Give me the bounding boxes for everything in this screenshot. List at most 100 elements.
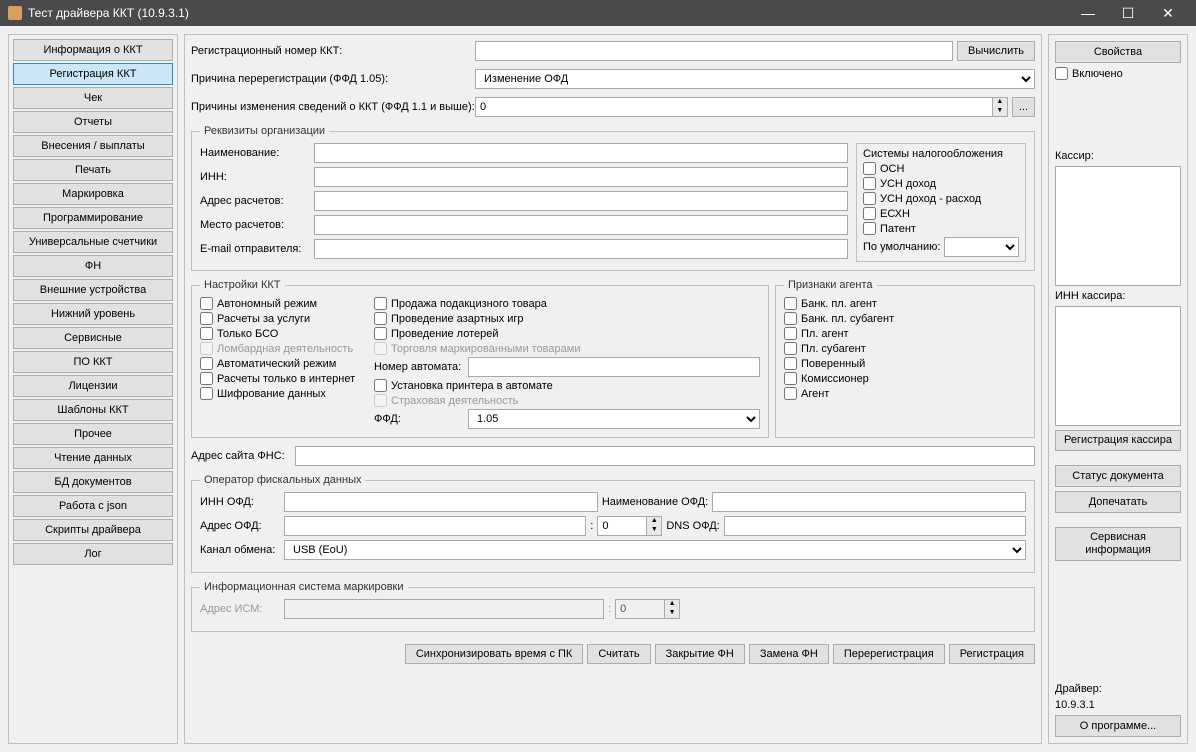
- rereg-reason-select[interactable]: Изменение ОФД: [475, 69, 1035, 89]
- org-place-input[interactable]: [314, 215, 848, 235]
- nav-item-9[interactable]: ФН: [13, 255, 173, 277]
- nav-item-17[interactable]: Чтение данных: [13, 447, 173, 469]
- ofd-addr-input[interactable]: [284, 516, 586, 536]
- bottom-btn-5[interactable]: Регистрация: [949, 644, 1035, 664]
- agent-checkbox-6[interactable]: [784, 387, 797, 400]
- nav-item-15[interactable]: Шаблоны ККТ: [13, 399, 173, 421]
- maximize-button[interactable]: ☐: [1108, 0, 1148, 26]
- kkt2-checkbox-2[interactable]: [374, 327, 387, 340]
- kkt2-checkbox-1[interactable]: [374, 312, 387, 325]
- kkt1-checkbox-2[interactable]: [200, 327, 213, 340]
- service-info-button[interactable]: Сервисная информация: [1055, 527, 1181, 561]
- nav-item-12[interactable]: Сервисные: [13, 327, 173, 349]
- ofd-name-input[interactable]: [712, 492, 1026, 512]
- nav-item-2[interactable]: Чек: [13, 87, 173, 109]
- bottom-buttons: Синхронизировать время с ПКСчитатьЗакрыт…: [191, 644, 1035, 664]
- kkt1-label-2: Только БСО: [217, 328, 278, 340]
- agent-checkbox-4[interactable]: [784, 357, 797, 370]
- close-button[interactable]: ✕: [1148, 0, 1188, 26]
- ofd-port-spin[interactable]: ▲▼: [597, 516, 662, 536]
- agent-checkbox-2[interactable]: [784, 327, 797, 340]
- nav-item-18[interactable]: БД документов: [13, 471, 173, 493]
- nav-item-10[interactable]: Внешние устройства: [13, 279, 173, 301]
- bottom-btn-1[interactable]: Считать: [587, 644, 650, 664]
- nav-item-11[interactable]: Нижний уровень: [13, 303, 173, 325]
- agent-checkbox-1[interactable]: [784, 312, 797, 325]
- bottom-btn-3[interactable]: Замена ФН: [749, 644, 829, 664]
- tax-checkbox-2[interactable]: [863, 192, 876, 205]
- kkt1-checkbox-1[interactable]: [200, 312, 213, 325]
- tax-box: Системы налогообложения ОСНУСН доходУСН …: [856, 143, 1026, 262]
- nav-item-5[interactable]: Печать: [13, 159, 173, 181]
- spin-up-icon[interactable]: ▲: [647, 517, 661, 526]
- tax-checkbox-0[interactable]: [863, 162, 876, 175]
- change-reasons-input[interactable]: [475, 97, 993, 117]
- nav-item-7[interactable]: Программирование: [13, 207, 173, 229]
- tax-checkbox-3[interactable]: [863, 207, 876, 220]
- spin-up-icon[interactable]: ▲: [993, 98, 1007, 107]
- minimize-button[interactable]: —: [1068, 0, 1108, 26]
- nav-item-14[interactable]: Лицензии: [13, 375, 173, 397]
- reg-num-input[interactable]: [475, 41, 953, 61]
- nav-item-1[interactable]: Регистрация ККТ: [13, 63, 173, 85]
- tax-checkbox-4[interactable]: [863, 222, 876, 235]
- cashier-input[interactable]: [1055, 166, 1181, 286]
- change-reasons-more-button[interactable]: ...: [1012, 97, 1035, 117]
- spin-down-icon[interactable]: ▼: [993, 107, 1007, 116]
- kkt1-checkbox-6[interactable]: [200, 387, 213, 400]
- fns-input[interactable]: [295, 446, 1035, 466]
- org-name-input[interactable]: [314, 143, 848, 163]
- kkt1-checkbox-4[interactable]: [200, 357, 213, 370]
- nav-item-21[interactable]: Лог: [13, 543, 173, 565]
- kkt1-checkbox-0[interactable]: [200, 297, 213, 310]
- agent-checkbox-0[interactable]: [784, 297, 797, 310]
- tax-label-2: УСН доход - расход: [880, 193, 981, 205]
- agent-label-3: Пл. субагент: [801, 343, 866, 355]
- enabled-checkbox[interactable]: [1055, 67, 1068, 80]
- about-button[interactable]: О программе...: [1055, 715, 1181, 737]
- kkt1-checkbox-5[interactable]: [200, 372, 213, 385]
- nav-item-4[interactable]: Внесения / выплаты: [13, 135, 173, 157]
- bottom-btn-0[interactable]: Синхронизировать время с ПК: [405, 644, 584, 664]
- agent-checkbox-3[interactable]: [784, 342, 797, 355]
- bottom-btn-4[interactable]: Перерегистрация: [833, 644, 945, 664]
- ofd-port-input[interactable]: [597, 516, 647, 536]
- change-reasons-spin[interactable]: ▲▼: [475, 97, 1008, 117]
- printer-checkbox[interactable]: [374, 379, 387, 392]
- tax-default-select[interactable]: [944, 237, 1019, 257]
- nav-item-8[interactable]: Универсальные счетчики: [13, 231, 173, 253]
- nav-item-16[interactable]: Прочее: [13, 423, 173, 445]
- reg-cashier-button[interactable]: Регистрация кассира: [1055, 430, 1181, 451]
- nav-item-13[interactable]: ПО ККТ: [13, 351, 173, 373]
- nav-item-0[interactable]: Информация о ККТ: [13, 39, 173, 61]
- org-addr-input[interactable]: [314, 191, 848, 211]
- kkt2-checkbox-0[interactable]: [374, 297, 387, 310]
- kkt-settings-fieldset: Настройки ККТ Автономный режимРасчеты за…: [191, 279, 769, 438]
- nav-item-19[interactable]: Работа с json: [13, 495, 173, 517]
- nav-item-20[interactable]: Скрипты драйвера: [13, 519, 173, 541]
- reprint-button[interactable]: Допечатать: [1055, 491, 1181, 513]
- org-fieldset: Реквизиты организации Наименование: ИНН:…: [191, 125, 1035, 271]
- agent-label-4: Поверенный: [801, 358, 865, 370]
- ism-addr-input: [284, 599, 604, 619]
- props-button[interactable]: Свойства: [1055, 41, 1181, 63]
- tax-checkbox-1[interactable]: [863, 177, 876, 190]
- calc-button[interactable]: Вычислить: [957, 41, 1035, 61]
- nav-item-3[interactable]: Отчеты: [13, 111, 173, 133]
- ofd-channel-select[interactable]: USB (EoU): [284, 540, 1026, 560]
- ism-port-input: [615, 599, 665, 619]
- ffd-select[interactable]: 1.05: [468, 409, 760, 429]
- org-email-label: E-mail отправителя:: [200, 243, 310, 255]
- doc-status-button[interactable]: Статус документа: [1055, 465, 1181, 487]
- kkt2-label-1: Проведение азартных игр: [391, 313, 524, 325]
- machine-num-input[interactable]: [468, 357, 760, 377]
- org-email-input[interactable]: [314, 239, 848, 259]
- ofd-dns-input[interactable]: [724, 516, 1026, 536]
- spin-down-icon[interactable]: ▼: [647, 526, 661, 535]
- agent-checkbox-5[interactable]: [784, 372, 797, 385]
- org-inn-input[interactable]: [314, 167, 848, 187]
- ofd-inn-input[interactable]: [284, 492, 598, 512]
- nav-item-6[interactable]: Маркировка: [13, 183, 173, 205]
- bottom-btn-2[interactable]: Закрытие ФН: [655, 644, 745, 664]
- cashier-inn-input[interactable]: [1055, 306, 1181, 426]
